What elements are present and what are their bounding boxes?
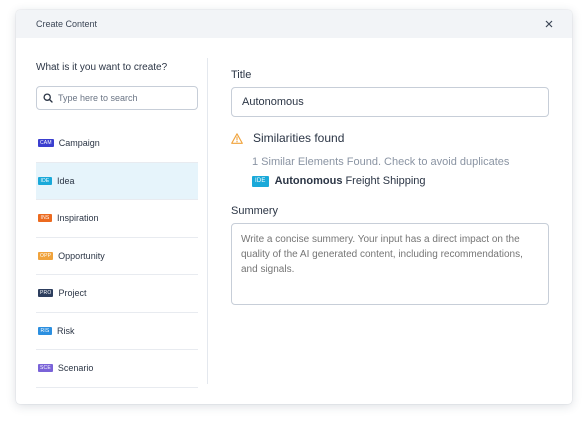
content-type-list: CAM Campaign IDE Idea INS Inspiration OPP Oppor… [36, 125, 198, 388]
type-badge: PRO [38, 289, 54, 298]
type-question: What is it you want to create? [36, 62, 168, 73]
type-item-opportunity[interactable]: OPP Opportunity [36, 238, 198, 275]
type-badge: SCE [38, 364, 53, 373]
content-form: Title Similarities found 1 Similar Eleme… [231, 38, 549, 404]
dialog-header: Create Content [16, 10, 572, 38]
type-label: Inspiration [57, 213, 99, 224]
type-label: Idea [57, 175, 75, 186]
dialog-title: Create Content [36, 19, 98, 29]
similar-element-rest: Freight Shipping [345, 175, 426, 187]
content-type-panel: What is it you want to create? CAM Campai… [36, 38, 198, 404]
similarities-header: Similarities found [231, 131, 344, 145]
title-input[interactable] [231, 87, 549, 117]
similarities-subtitle: 1 Similar Elements Found. Check to avoid… [252, 156, 510, 168]
summary-textarea[interactable] [231, 223, 549, 305]
warning-icon [231, 132, 243, 144]
create-content-dialog: Create Content What is it you want to cr… [16, 10, 572, 404]
type-badge: RIS [38, 326, 52, 335]
type-label: Campaign [58, 138, 100, 149]
similar-element-badge: IDE [252, 175, 269, 187]
search-input[interactable] [58, 93, 188, 103]
type-badge: CAM [38, 139, 54, 148]
type-item-project[interactable]: PRO Project [36, 275, 198, 313]
similar-element-link[interactable]: IDE Autonomous Freight Shipping [252, 175, 426, 187]
type-item-risk[interactable]: RIS Risk [36, 313, 198, 350]
type-label: Scenario [57, 363, 94, 374]
type-label: Risk [57, 325, 75, 336]
close-button[interactable] [542, 17, 556, 31]
column-divider [207, 58, 208, 384]
type-badge: IDE [38, 176, 52, 185]
type-item-idea[interactable]: IDE Idea [36, 162, 198, 200]
search-field[interactable] [36, 86, 198, 110]
type-label: Project [58, 288, 87, 299]
type-badge: OPP [38, 251, 54, 260]
summary-label: Summery [231, 205, 279, 217]
type-label: Opportunity [58, 250, 105, 261]
type-badge: INS [38, 214, 52, 223]
close-icon [545, 20, 553, 28]
similar-element-match: Autonomous [274, 175, 343, 187]
similarities-title: Similarities found [253, 131, 345, 145]
type-item-scenario[interactable]: SCE Scenario [36, 350, 198, 388]
type-item-inspiration[interactable]: INS Inspiration [36, 200, 198, 238]
title-label: Title [231, 69, 252, 81]
type-item-campaign[interactable]: CAM Campaign [36, 125, 198, 163]
search-icon [43, 93, 53, 103]
